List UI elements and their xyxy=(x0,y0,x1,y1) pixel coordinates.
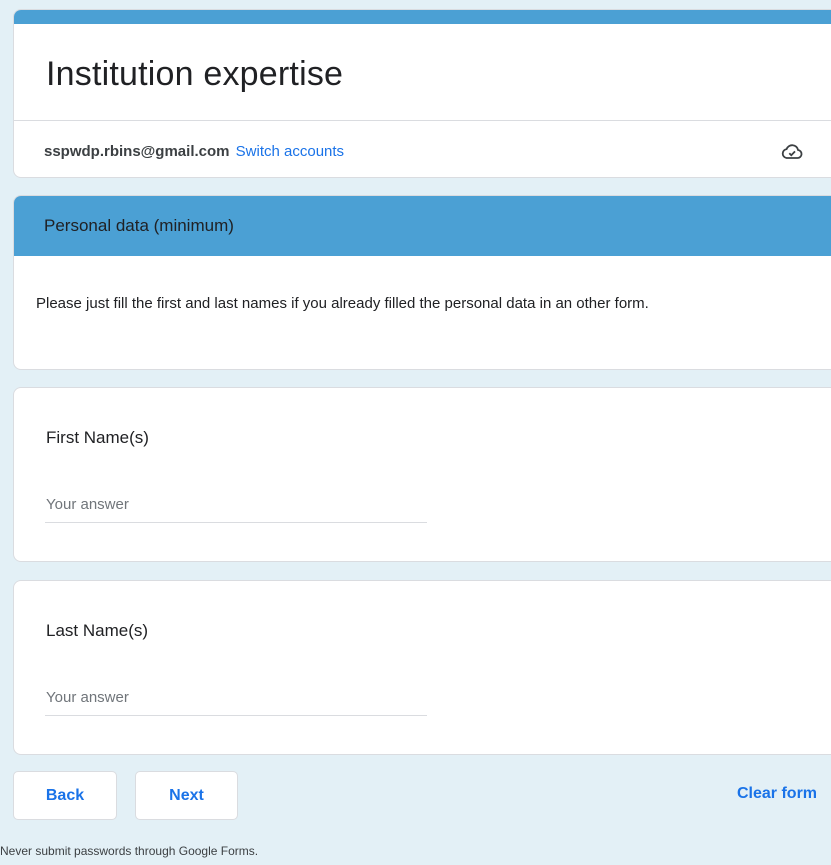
password-warning: Never submit passwords through Google Fo… xyxy=(0,844,259,858)
account-email: sspwdp.rbins@gmail.com xyxy=(44,143,230,160)
clear-form-button[interactable]: Clear form xyxy=(737,785,817,803)
section-title: Personal data (minimum) xyxy=(14,196,831,256)
question-card-first-name: First Name(s) xyxy=(13,387,831,562)
cloud-saved-icon xyxy=(780,140,804,164)
form-page: Institution expertise sspwdp.rbins@gmail… xyxy=(0,0,831,865)
switch-accounts-link[interactable]: Switch accounts xyxy=(236,143,344,160)
first-name-input[interactable] xyxy=(45,487,427,523)
back-button[interactable]: Back xyxy=(13,771,117,820)
title-accent-bar xyxy=(14,10,831,24)
form-title: Institution expertise xyxy=(46,55,344,93)
question-title-last-name: Last Name(s) xyxy=(46,621,149,640)
last-name-input[interactable] xyxy=(45,680,427,716)
form-title-card: Institution expertise sspwdp.rbins@gmail… xyxy=(13,9,831,178)
question-title-first-name: First Name(s) xyxy=(46,428,149,447)
account-row: sspwdp.rbins@gmail.com Switch accounts xyxy=(14,121,831,177)
question-card-last-name: Last Name(s) xyxy=(13,580,831,755)
section-description: Please just fill the first and last name… xyxy=(36,295,649,312)
section-card: Personal data (minimum) Please just fill… xyxy=(13,195,831,370)
next-button[interactable]: Next xyxy=(135,771,238,820)
